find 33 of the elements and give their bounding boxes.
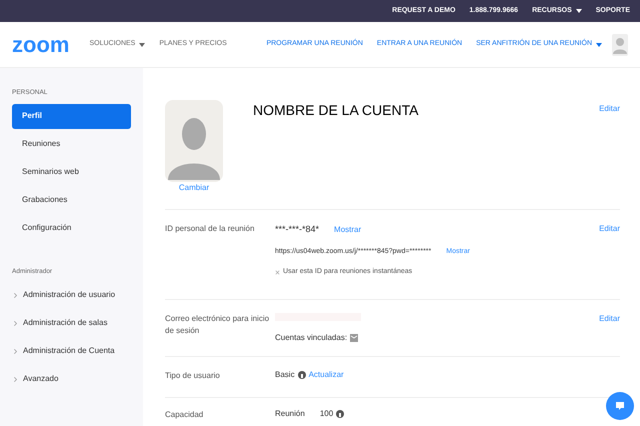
field-label: Capacidad [165, 409, 204, 421]
edit-link[interactable]: Editar [599, 314, 620, 323]
avatar-icon[interactable] [612, 34, 628, 56]
upgrade-link[interactable]: Actualizar [308, 369, 344, 381]
sidebar-item[interactable]: Avanzado [12, 366, 131, 392]
field-label: ID personal de la reunión [165, 223, 256, 235]
field-label: Correo electrónico para inicio de sesión [165, 313, 270, 337]
mail-icon [350, 334, 358, 342]
edit-link[interactable]: Editar [599, 104, 620, 113]
chat-button[interactable] [606, 392, 634, 420]
sidebar-item[interactable]: Grabaciones [12, 188, 131, 213]
sidebar-item[interactable]: Configuración [12, 216, 131, 241]
change-photo-link[interactable]: Cambiar [178, 182, 210, 194]
sidebar-item[interactable]: Administración de salas [12, 310, 131, 336]
user-type-value: Basic [275, 369, 295, 381]
info-icon [336, 410, 344, 418]
show-link[interactable]: Mostrar [334, 224, 362, 236]
account-name: NOMBRE DE LA CUENTA [253, 101, 418, 120]
sidebar-item[interactable]: Seminarios web [12, 160, 131, 185]
logo[interactable]: zoom [12, 34, 70, 56]
linked-accounts-label: Cuentas vinculadas: [275, 332, 348, 344]
chat-icon [615, 401, 625, 411]
sidebar-item[interactable]: Perfil [12, 104, 131, 129]
info-icon [298, 371, 306, 379]
capacity-kind: Reunión [275, 408, 305, 420]
field-label: Tipo de usuario [165, 370, 221, 382]
capacity-value: 100 [320, 408, 334, 420]
cross-icon[interactable] [275, 270, 280, 275]
meeting-id: ***-***-*84* [275, 223, 320, 236]
sidebar-item[interactable]: Administración de usuario [12, 282, 131, 308]
edit-link[interactable]: Editar [599, 224, 620, 233]
sidebar-item[interactable]: Administración de Cuenta [12, 338, 131, 364]
sidebar-item[interactable]: Reuniones [12, 132, 131, 157]
